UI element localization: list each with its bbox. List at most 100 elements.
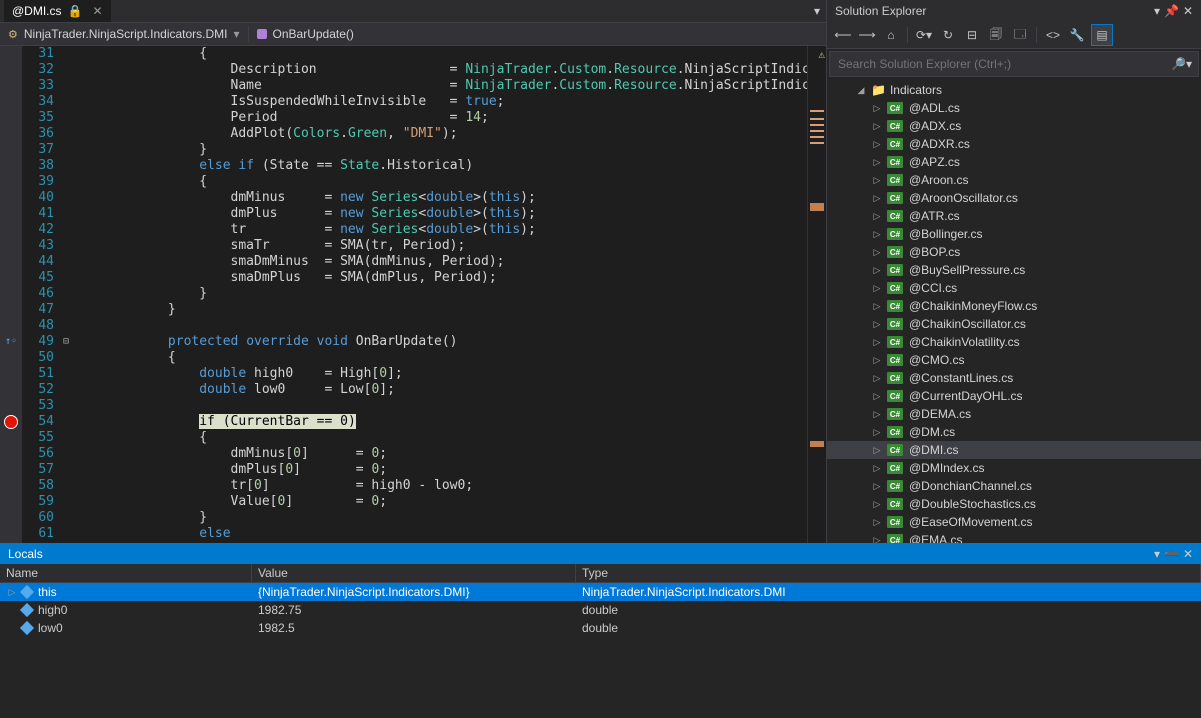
overview-mark[interactable]	[810, 136, 824, 138]
properties-button[interactable]: 🗔	[1010, 25, 1030, 45]
back-button[interactable]: ⟵	[833, 25, 853, 45]
solution-explorer-search[interactable]: 🔎▾	[829, 51, 1199, 77]
file-arooncs[interactable]: ▷C#@Aroon.cs	[827, 171, 1201, 189]
expand-icon[interactable]: ▷	[871, 121, 883, 132]
fold-column[interactable]: ⊟	[58, 46, 74, 543]
overview-mark[interactable]	[810, 142, 824, 144]
expand-icon[interactable]: ▷	[871, 373, 883, 384]
file-dmindexcs[interactable]: ▷C#@DMIndex.cs	[827, 459, 1201, 477]
file-apzcs[interactable]: ▷C#@APZ.cs	[827, 153, 1201, 171]
expand-icon[interactable]: ▷	[871, 301, 883, 312]
overview-mark[interactable]	[810, 124, 824, 126]
file-currentdayohlcs[interactable]: ▷C#@CurrentDayOHL.cs	[827, 387, 1201, 405]
refresh-button[interactable]: ↻	[938, 25, 958, 45]
expand-icon[interactable]: ▷	[871, 265, 883, 276]
view-code-button[interactable]: <>	[1043, 25, 1063, 45]
editor-tab-dmi[interactable]: @DMI.cs 🔒 ✕	[4, 0, 111, 22]
tab-dropdown-icon[interactable]: ▾	[808, 4, 826, 18]
expand-icon[interactable]: ▷	[871, 517, 883, 528]
expand-icon[interactable]: ▷	[871, 355, 883, 366]
expand-icon[interactable]: ▷	[871, 535, 883, 544]
file-easeofmovementcs[interactable]: ▷C#@EaseOfMovement.cs	[827, 513, 1201, 531]
locals-name-cell[interactable]: low0	[0, 619, 252, 637]
home-button[interactable]: ⌂	[881, 25, 901, 45]
expand-icon[interactable]: ▷	[871, 445, 883, 456]
file-demacs[interactable]: ▷C#@DEMA.cs	[827, 405, 1201, 423]
file-buysellpressurecs[interactable]: ▷C#@BuySellPressure.cs	[827, 261, 1201, 279]
close-icon[interactable]: ✕	[1183, 4, 1193, 18]
locals-grid[interactable]: NameValueType▷this{NinjaTrader.NinjaScri…	[0, 564, 1201, 637]
overview-mark[interactable]	[810, 110, 824, 112]
window-position-icon[interactable]: ▾	[1154, 547, 1160, 561]
properties-wrench-button[interactable]: 🔧	[1067, 25, 1087, 45]
close-icon[interactable]: ✕	[1183, 547, 1193, 561]
expand-icon[interactable]: ▷	[871, 139, 883, 150]
expand-icon[interactable]: ▷	[871, 463, 883, 474]
file-constantlinescs[interactable]: ▷C#@ConstantLines.cs	[827, 369, 1201, 387]
expand-icon[interactable]: ▷	[871, 103, 883, 114]
expand-icon[interactable]: ▷	[871, 427, 883, 438]
expand-icon[interactable]: ▷	[871, 481, 883, 492]
expand-icon[interactable]: ▷	[871, 193, 883, 204]
window-position-icon[interactable]: ▾	[1154, 4, 1160, 18]
solution-tree[interactable]: ◢📁Indicators▷C#@ADL.cs▷C#@ADX.cs▷C#@ADXR…	[827, 79, 1201, 543]
locals-header[interactable]: Name	[0, 564, 252, 583]
breakpoint-icon[interactable]	[4, 415, 18, 429]
overview-mark[interactable]	[810, 441, 824, 447]
file-adxcs[interactable]: ▷C#@ADX.cs	[827, 117, 1201, 135]
file-chaikinoscillatorcs[interactable]: ▷C#@ChaikinOscillator.cs	[827, 315, 1201, 333]
nav-member[interactable]: OnBarUpdate()	[249, 23, 362, 45]
file-emacs[interactable]: ▷C#@EMA.cs	[827, 531, 1201, 543]
locals-value-cell[interactable]: 1982.75	[252, 601, 576, 619]
pin-icon[interactable]: 📌	[1164, 4, 1179, 18]
file-bopcs[interactable]: ▷C#@BOP.cs	[827, 243, 1201, 261]
fold-toggle[interactable]: ⊟	[58, 334, 74, 350]
code-text[interactable]: { Description = NinjaTrader.Custom.Resou…	[74, 46, 807, 543]
expand-icon[interactable]: ▷	[6, 587, 18, 598]
file-chaikinmoneyflowcs[interactable]: ▷C#@ChaikinMoneyFlow.cs	[827, 297, 1201, 315]
search-icon[interactable]: 🔎▾	[1171, 57, 1192, 71]
file-donchianchannelcs[interactable]: ▷C#@DonchianChannel.cs	[827, 477, 1201, 495]
file-adlcs[interactable]: ▷C#@ADL.cs	[827, 99, 1201, 117]
expand-icon[interactable]: ▷	[871, 319, 883, 330]
expand-icon[interactable]: ▷	[871, 499, 883, 510]
expand-icon[interactable]: ▷	[871, 229, 883, 240]
expand-icon[interactable]: ▷	[871, 211, 883, 222]
expand-icon[interactable]: ▷	[871, 247, 883, 258]
expand-icon[interactable]: ▷	[871, 391, 883, 402]
nav-scope[interactable]: ⚙ NinjaTrader.NinjaScript.Indicators.DMI…	[0, 23, 248, 45]
expand-icon[interactable]: ◢	[855, 85, 867, 96]
file-atrcs[interactable]: ▷C#@ATR.cs	[827, 207, 1201, 225]
code-editor[interactable]: ↑◦ 3132333435363738394041424344454647484…	[0, 46, 826, 543]
forward-button[interactable]: ⟶	[857, 25, 877, 45]
locals-value-cell[interactable]: {NinjaTrader.NinjaScript.Indicators.DMI}	[252, 583, 576, 601]
autohide-icon[interactable]: ➖	[1164, 547, 1179, 561]
file-ccics[interactable]: ▷C#@CCI.cs	[827, 279, 1201, 297]
overview-mark[interactable]	[810, 118, 824, 120]
file-dmcs[interactable]: ▷C#@DM.cs	[827, 423, 1201, 441]
overview-mark[interactable]	[810, 130, 824, 132]
file-doublestochasticscs[interactable]: ▷C#@DoubleStochastics.cs	[827, 495, 1201, 513]
expand-icon[interactable]: ▷	[871, 283, 883, 294]
overview-mark[interactable]	[810, 203, 824, 211]
file-chaikinvolatilitycs[interactable]: ▷C#@ChaikinVolatility.cs	[827, 333, 1201, 351]
expand-icon[interactable]: ▷	[871, 175, 883, 186]
show-all-button[interactable]: 🗐	[986, 25, 1006, 45]
preview-button[interactable]: ▤	[1091, 24, 1113, 46]
expand-icon[interactable]: ▷	[871, 157, 883, 168]
locals-header[interactable]: Value	[252, 564, 576, 583]
file-cmocs[interactable]: ▷C#@CMO.cs	[827, 351, 1201, 369]
folder-indicators[interactable]: ◢📁Indicators	[827, 81, 1201, 99]
expand-icon[interactable]: ▷	[871, 337, 883, 348]
sync-button[interactable]: ⟳▾	[914, 25, 934, 45]
expand-icon[interactable]: ▷	[871, 409, 883, 420]
locals-value-cell[interactable]: 1982.5	[252, 619, 576, 637]
file-dmics[interactable]: ▷C#@DMI.cs	[827, 441, 1201, 459]
close-icon[interactable]: ✕	[92, 4, 102, 18]
file-adxrcs[interactable]: ▷C#@ADXR.cs	[827, 135, 1201, 153]
search-input[interactable]	[836, 56, 1171, 72]
file-aroonoscillatorcs[interactable]: ▷C#@AroonOscillator.cs	[827, 189, 1201, 207]
locals-name-cell[interactable]: high0	[0, 601, 252, 619]
overview-ruler[interactable]: ⚠	[807, 46, 826, 543]
file-bollingercs[interactable]: ▷C#@Bollinger.cs	[827, 225, 1201, 243]
